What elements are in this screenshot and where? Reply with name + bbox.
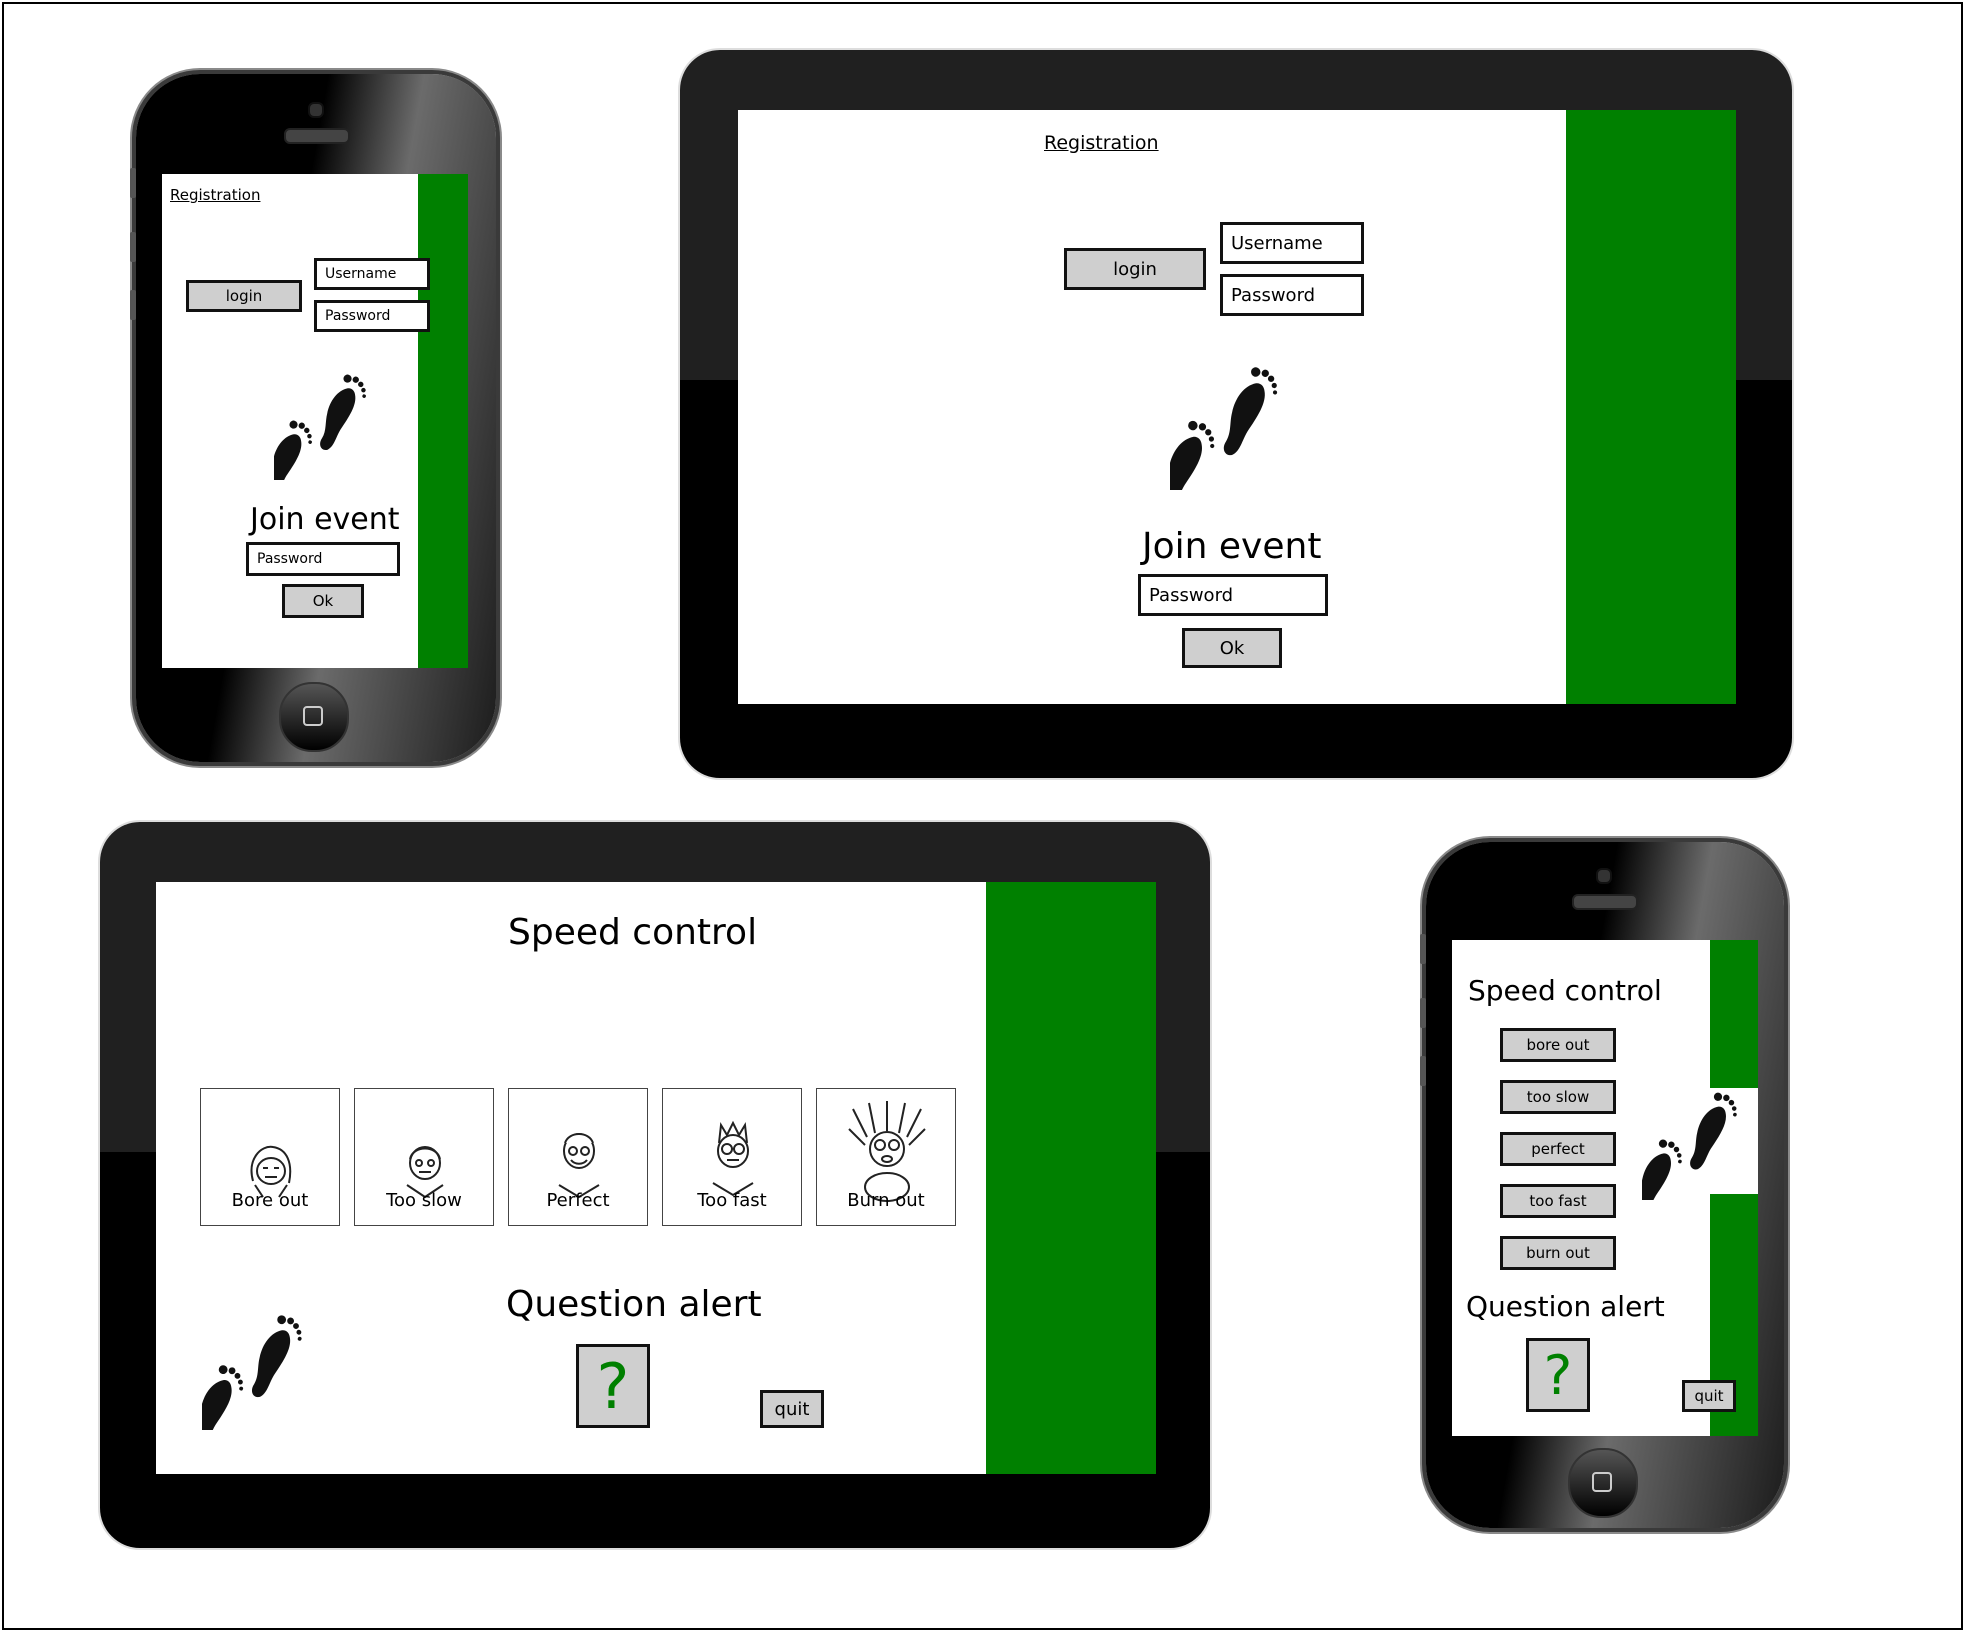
login-button[interactable]: login (1064, 248, 1206, 290)
option-label: Bore out (231, 1190, 309, 1211)
join-event-title: Join event (250, 502, 400, 537)
ok-button[interactable]: Ok (282, 584, 364, 618)
question-alert-title: Question alert (506, 1284, 762, 1325)
password-field[interactable]: Password (1220, 274, 1364, 316)
join-password-field[interactable]: Password (246, 542, 400, 576)
phone-home-button[interactable] (1568, 1448, 1638, 1518)
speed-option-bore-out[interactable]: Bore out (200, 1088, 340, 1226)
phone-camera (308, 102, 324, 118)
username-field[interactable]: Username (314, 258, 430, 290)
speed-option-perfect[interactable]: perfect (1500, 1132, 1616, 1166)
quit-button[interactable]: quit (1682, 1380, 1736, 1412)
quit-button[interactable]: quit (760, 1390, 824, 1428)
speed-option-bore-out[interactable]: bore out (1500, 1028, 1616, 1062)
phone-side-button[interactable] (1420, 1056, 1426, 1086)
phone-side-button[interactable] (130, 232, 136, 262)
speed-control-title: Speed control (1468, 974, 1662, 1007)
ok-button[interactable]: Ok (1182, 628, 1282, 668)
footprints-icon (274, 370, 370, 480)
phone-speed-device: Speed control bore out too slow perfect … (1426, 842, 1784, 1528)
speed-option-too-slow[interactable]: Too slow (354, 1088, 494, 1226)
speed-option-too-fast[interactable]: Too fast (662, 1088, 802, 1226)
option-label: Too slow (386, 1190, 462, 1211)
password-field[interactable]: Password (314, 300, 430, 332)
join-password-field[interactable]: Password (1138, 574, 1328, 616)
phone-login-screen: Registration login Username Password Joi… (162, 174, 468, 668)
username-field[interactable]: Username (1220, 222, 1364, 264)
question-alert-button[interactable]: ? (576, 1344, 650, 1428)
tablet-speed-screen: Speed control Bore out Too slow Perfect … (156, 882, 1156, 1474)
accent-sidebar (1566, 110, 1736, 704)
phone-home-button[interactable] (279, 682, 349, 752)
login-button[interactable]: login (186, 280, 302, 312)
speed-option-too-slow[interactable]: too slow (1500, 1080, 1616, 1114)
join-event-title: Join event (1142, 526, 1322, 567)
speed-option-burn-out[interactable]: Burn out (816, 1088, 956, 1226)
option-label: Perfect (546, 1190, 610, 1211)
accent-sidebar (986, 882, 1156, 1474)
phone-side-button[interactable] (1420, 998, 1426, 1028)
fast-face-icon (712, 1120, 754, 1197)
registration-link[interactable]: Registration (1044, 132, 1159, 154)
option-label: Too fast (697, 1190, 767, 1211)
tablet-login-device: Registration login Username Password Joi… (680, 50, 1792, 778)
question-alert-button[interactable]: ? (1526, 1338, 1590, 1412)
phone-side-button[interactable] (1420, 934, 1426, 964)
tablet-speed-device: Speed control Bore out Too slow Perfect … (100, 822, 1210, 1548)
phone-speaker (284, 128, 350, 144)
registration-link[interactable]: Registration (170, 186, 260, 204)
footprints-icon (1642, 1088, 1742, 1200)
footprints-icon (1170, 362, 1282, 490)
speed-option-too-fast[interactable]: too fast (1500, 1184, 1616, 1218)
phone-side-button[interactable] (130, 168, 136, 198)
speed-control-title: Speed control (508, 912, 758, 953)
phone-side-button[interactable] (130, 290, 136, 320)
speed-option-burn-out[interactable]: burn out (1500, 1236, 1616, 1270)
phone-camera (1596, 868, 1612, 884)
phone-login-device: Registration login Username Password Joi… (136, 74, 496, 762)
option-label: Burn out (847, 1190, 925, 1211)
phone-speaker (1572, 894, 1638, 910)
burned-out-face-icon (848, 1101, 926, 1202)
phone-speed-screen: Speed control bore out too slow perfect … (1452, 940, 1758, 1436)
question-alert-title: Question alert (1466, 1290, 1665, 1323)
accent-sidebar (418, 174, 468, 668)
speed-option-perfect[interactable]: Perfect (508, 1088, 648, 1226)
footprints-icon (202, 1310, 306, 1430)
tablet-login-screen: Registration login Username Password Joi… (738, 110, 1736, 704)
